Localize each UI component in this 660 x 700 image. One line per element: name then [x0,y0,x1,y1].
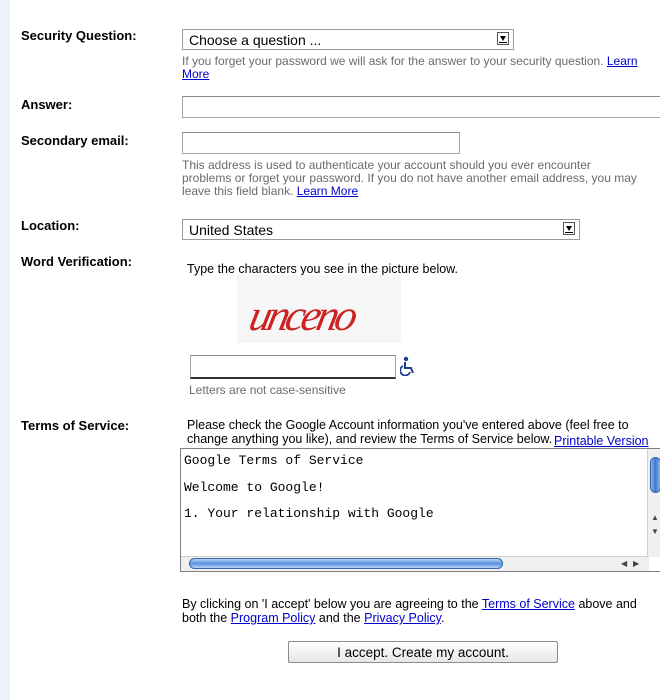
captcha-input[interactable] [190,355,396,379]
vertical-scroll-thumb[interactable] [650,457,660,493]
word-verification-instruction: Type the characters you see in the pictu… [187,262,458,276]
terms-textarea[interactable]: Google Terms of Service Welcome to Googl… [180,448,660,572]
chevron-down-icon[interactable] [497,32,509,45]
printable-version-link[interactable]: Printable Version [554,434,649,448]
left-border [0,0,10,700]
answer-label: Answer: [21,97,73,112]
location-selected: United States [189,222,274,238]
terms-line: 1. Your relationship with Google [184,506,434,521]
location-select[interactable]: United States [182,219,580,240]
location-label: Location: [21,218,80,233]
secondary-email-input[interactable] [182,132,460,154]
scroll-up-arrow-icon[interactable]: ▲ [651,513,659,522]
captcha-graphic: unceno [245,290,361,339]
captcha-hint: Letters are not case-sensitive [189,383,346,397]
captcha-text: unceno [245,290,361,339]
program-policy-link[interactable]: Program Policy [231,611,316,625]
vertical-scrollbar[interactable]: ▲ ▼ [647,449,660,557]
security-question-select[interactable]: Choose a question ... [182,29,514,50]
secondary-email-hint: This address is used to authenticate you… [182,159,642,198]
agreement-prefix: By clicking on 'I accept' below you are … [182,597,479,611]
accept-create-account-button[interactable]: I accept. Create my account. [288,641,558,663]
captcha-image: unceno [237,275,401,343]
terms-line: Welcome to Google! [184,480,325,495]
security-question-hint-text: If you forget your password we will ask … [182,54,604,68]
agreement-end: . [440,611,445,625]
wheelchair-icon[interactable] [399,356,418,377]
learn-more-link[interactable]: Learn More [297,184,358,198]
horizontal-scrollbar[interactable]: ◀ ▶ [181,556,649,571]
security-question-selected: Choose a question ... [189,32,322,48]
word-verification-label: Word Verification: [21,254,132,269]
scroll-down-arrow-icon[interactable]: ▼ [651,527,659,536]
chevron-down-icon[interactable] [563,222,575,235]
horizontal-scroll-thumb[interactable] [189,558,503,569]
terms-of-service-link[interactable]: Terms of Service [482,597,575,611]
scroll-right-arrow-icon[interactable]: ▶ [633,559,639,568]
privacy-policy-link[interactable]: Privacy Policy [364,611,441,625]
terms-line: Google Terms of Service [184,453,364,468]
security-question-label: Security Question: [21,28,137,43]
secondary-email-label: Secondary email: [21,133,129,148]
scroll-left-arrow-icon[interactable]: ◀ [621,559,627,568]
security-question-hint: If you forget your password we will ask … [182,55,642,81]
terms-label: Terms of Service: [21,418,130,433]
agreement-text: By clicking on 'I accept' below you are … [182,597,660,625]
answer-input[interactable] [182,96,660,118]
agreement-and: and the [318,611,361,625]
secondary-email-hint-text: This address is used to authenticate you… [182,158,637,198]
